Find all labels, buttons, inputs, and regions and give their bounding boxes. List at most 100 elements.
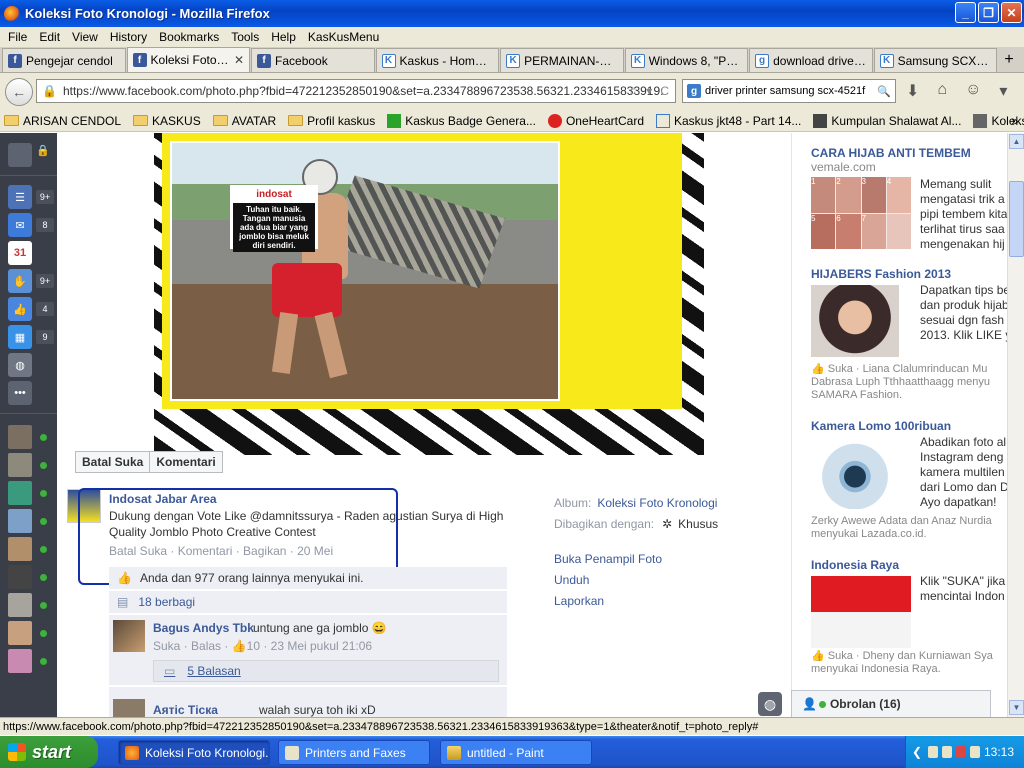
more-icon[interactable]: •••	[8, 381, 32, 405]
search-bar[interactable]: g driver printer samsung scx-4521f 🔍	[682, 79, 896, 103]
like-pages-icon[interactable]: 👍	[8, 297, 32, 321]
tab-facebook[interactable]: f Facebook	[251, 48, 375, 72]
bookmark-avatar[interactable]: AVATAR	[212, 114, 276, 128]
open-photo-viewer-link[interactable]: Buka Penampil Foto	[554, 549, 662, 570]
addon-icon[interactable]: ☺	[965, 81, 981, 101]
minimize-button[interactable]: _	[955, 2, 976, 23]
taskbar-item-firefox[interactable]: Koleksi Foto Kronologi...	[118, 740, 270, 765]
friend-avatar[interactable]	[8, 593, 32, 617]
close-tab-icon[interactable]: ✕	[234, 53, 244, 67]
tab-kaskus-home[interactable]: KKaskus - Home Lo...	[375, 48, 500, 72]
photo[interactable]: indosat Tuhan itu baik. Tangan manusia a…	[154, 133, 704, 455]
home-icon[interactable]: ⌂	[937, 81, 947, 101]
toolbar-menu-icon[interactable]: ▾	[999, 81, 1007, 101]
tab-koleksi-foto[interactable]: fKoleksi Foto Kr... ✕	[126, 47, 251, 72]
menu-view[interactable]: View	[66, 30, 104, 44]
printer-tray-icon[interactable]	[942, 746, 952, 758]
maximize-button[interactable]: ❐	[978, 2, 999, 23]
bookmark-kaskus-badge[interactable]: Kaskus Badge Genera...	[387, 113, 536, 128]
ad-image-hijabers[interactable]	[811, 285, 899, 357]
unlike-photo-button[interactable]: Batal Suka	[76, 452, 151, 472]
download-link[interactable]: Unduh	[554, 570, 662, 591]
likes-summary[interactable]: 👍 Anda dan 977 orang lainnya menyukai ini…	[109, 567, 507, 589]
news-feed-icon[interactable]: ☰	[8, 185, 32, 209]
messages-icon[interactable]: ✉	[8, 213, 32, 237]
profile-avatar[interactable]	[8, 143, 32, 167]
url-bar[interactable]: 🔒 https://www.facebook.com/photo.php?fbi…	[36, 79, 676, 103]
friend-avatar[interactable]	[8, 565, 32, 589]
menu-file[interactable]: File	[2, 30, 33, 44]
search-icon[interactable]: 🔍	[877, 85, 891, 98]
bookmark-profil-kaskus[interactable]: Profil kaskus	[288, 114, 375, 128]
scroll-up-icon[interactable]: ▲	[1009, 134, 1024, 149]
post-owner-name[interactable]: Indosat Jabar Area	[109, 492, 217, 506]
volume-icon[interactable]	[969, 746, 980, 758]
new-tab-button[interactable]: +	[998, 48, 1020, 72]
clock[interactable]: 13:13	[984, 745, 1014, 759]
bookmarks-overflow-icon[interactable]: »	[1011, 114, 1018, 128]
menu-edit[interactable]: Edit	[33, 30, 66, 44]
ad-text[interactable]: Memang sulit mengatasi trik a pipi tembem …	[920, 177, 1007, 252]
report-link[interactable]: Laporkan	[554, 591, 662, 612]
comment-author[interactable]: Bagus Andys Tbk	[153, 621, 254, 635]
download-icon[interactable]: ⬇	[906, 81, 919, 101]
menu-tools[interactable]: Tools	[225, 30, 265, 44]
scroll-thumb[interactable]	[1009, 181, 1024, 257]
commenter-avatar[interactable]	[113, 620, 145, 652]
taskbar-item-printers[interactable]: Printers and Faxes	[278, 740, 430, 765]
comment-author[interactable]: Аятіс Тіска	[153, 703, 218, 717]
friend-avatar[interactable]	[8, 649, 32, 673]
reload-icon[interactable]: C	[660, 84, 669, 98]
ad-image-flag[interactable]	[811, 576, 911, 648]
chat-bar[interactable]: 👤 Obrolan (16)	[791, 690, 991, 718]
events-calendar-icon[interactable]: 31	[8, 241, 32, 265]
tray-expand-icon[interactable]: ❮	[912, 745, 922, 759]
tab-download-driver[interactable]: gdownload driver p...	[749, 48, 873, 72]
url-dropdown-icon[interactable]: ▾	[646, 84, 652, 98]
menu-help[interactable]: Help	[265, 30, 302, 44]
bookmark-star-icon[interactable]: ☆	[628, 84, 639, 98]
ad-title[interactable]: Kamera Lomo 100ribuan	[811, 419, 951, 433]
pages-icon[interactable]: ✋	[8, 269, 32, 293]
lock-icon[interactable]: 🔒	[36, 143, 50, 157]
commenter-avatar[interactable]	[113, 699, 145, 717]
back-button[interactable]: ←	[5, 77, 33, 106]
friend-avatar[interactable]	[8, 425, 32, 449]
ad-image-camera[interactable]	[811, 437, 899, 509]
friend-avatar[interactable]	[8, 509, 32, 533]
ad-title[interactable]: Indonesia Raya	[811, 558, 899, 572]
menu-history[interactable]: History	[104, 30, 153, 44]
menu-kaskusmenu[interactable]: KasKusMenu	[302, 30, 385, 44]
comment-actions[interactable]: Suka · Balas · 👍10 · 23 Mei pukul 21:06	[153, 639, 372, 653]
security-icon[interactable]	[956, 746, 966, 758]
thumbs-up-icon[interactable]: 👍	[811, 363, 828, 375]
start-button[interactable]: start	[0, 736, 98, 768]
apps-icon[interactable]: ▦	[8, 325, 32, 349]
privacy-gear-icon[interactable]: ✲	[662, 517, 672, 531]
post-actions[interactable]: Batal Suka · Komentari · Bagikan · 20 Me…	[109, 544, 333, 558]
friend-avatar[interactable]	[8, 621, 32, 645]
bookmark-kaskus-jkt48[interactable]: Kaskus jkt48 - Part 14...	[656, 113, 801, 128]
taskbar-item-paint[interactable]: untitled - Paint	[440, 740, 592, 765]
shares-summary[interactable]: ▤ 18 berbagi	[109, 591, 507, 613]
ad-text[interactable]: Klik "SUKA" jika mencintai Indon	[920, 574, 1007, 604]
globe-icon[interactable]: ◍	[758, 692, 782, 716]
ad-title[interactable]: CARA HIJAB ANTI TEMBEM	[811, 146, 971, 160]
network-icon[interactable]	[928, 746, 939, 758]
search-input[interactable]: driver printer samsung scx-4521f	[705, 85, 865, 97]
ad-domain[interactable]: vemale.com	[811, 160, 876, 174]
ad-title[interactable]: HIJABERS Fashion 2013	[811, 267, 951, 281]
scroll-down-icon[interactable]: ▼	[1009, 700, 1024, 715]
ad-text[interactable]: Abadikan foto al Instagram deng kamera mul…	[920, 435, 1007, 510]
tab-samsung-scx[interactable]: KSamsung SCX-452...	[873, 48, 998, 72]
privacy-value[interactable]: Khusus	[678, 517, 718, 531]
menu-bookmarks[interactable]: Bookmarks	[153, 30, 225, 44]
ad-image-hijab[interactable]: 1 2 3 4 5 6 7	[811, 177, 911, 249]
tab-permainan[interactable]: KPERMAINAN-PER...	[500, 48, 624, 72]
thumbs-up-icon[interactable]: 👍	[811, 650, 828, 662]
view-replies-link[interactable]: ▭ 5 Balasan	[153, 660, 499, 682]
bookmark-kaskus[interactable]: KASKUS	[133, 114, 201, 128]
friend-avatar[interactable]	[8, 453, 32, 477]
bookmark-kumpulan-shalawat[interactable]: Kumpulan Shalawat Al...	[813, 113, 961, 128]
comment-photo-button[interactable]: Komentari	[150, 452, 221, 472]
